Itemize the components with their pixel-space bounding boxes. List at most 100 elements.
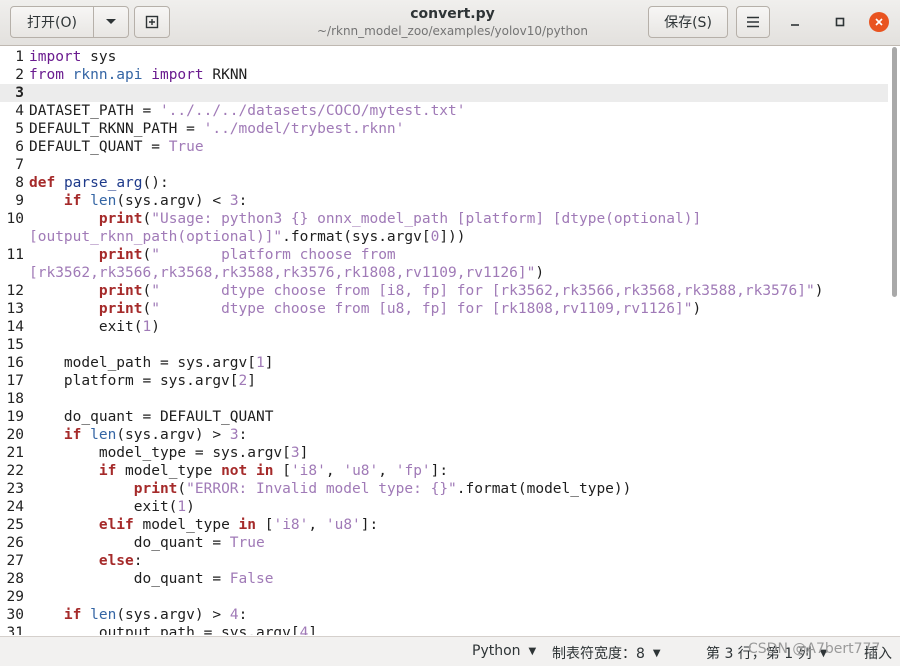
code-token: [rk3562,rk3566,rk3568,rk3588,rk3576,rk18… [29,265,536,281]
code-line-continuation[interactable]: [output_rknn_path(optional)]".format(sys… [0,228,888,246]
code-line[interactable]: 31 output_path = sys.argv[4] [0,624,888,635]
language-selector[interactable]: Python ▼ [472,643,536,659]
close-button[interactable] [869,12,889,32]
open-menu-button[interactable] [93,6,129,38]
code-text: if len(sys.argv) > 4: [29,606,247,624]
code-token: else [98,553,134,569]
code-token: 'fp' [395,463,431,479]
code-line[interactable]: 14 exit(1) [0,318,888,336]
code-line[interactable]: 23 print("ERROR: Invalid model type: {}"… [0,480,888,498]
code-token: in [238,517,256,533]
window-title: convert.py [410,6,495,22]
code-token: ]: [360,517,379,533]
code-line[interactable]: 20 if len(sys.argv) > 3: [0,426,888,444]
hamburger-menu-button[interactable] [736,6,770,38]
code-token: import [151,67,204,83]
code-line[interactable]: 9 if len(sys.argv) < 3: [0,192,888,210]
code-line[interactable]: 21 model_type = sys.argv[3] [0,444,888,462]
code-token: : [238,427,248,443]
code-line-continuation[interactable]: [rk3562,rk3566,rk3568,rk3588,rk3576,rk18… [0,264,888,282]
code-text: output_path = sys.argv[4] [29,624,317,635]
code-text: model_type = sys.argv[3] [29,444,309,462]
code-line[interactable]: 5 DEFAULT_RKNN_PATH = '../model/trybest.r… [0,120,888,138]
code-line[interactable]: 24 exit(1) [0,498,888,516]
code-token: [ [273,463,291,479]
code-line[interactable]: 11 print(" platform choose from [0,246,888,264]
code-line[interactable]: 28 do_quant = False [0,570,888,588]
code-token: (sys.argv) > [116,427,230,443]
code-line[interactable]: 16 model_path = sys.argv[1] [0,354,888,372]
vertical-scrollbar[interactable] [889,47,900,635]
code-token: platform = sys.argv[ [29,373,239,389]
code-line[interactable]: 1 import sys [0,48,888,66]
code-line[interactable]: 7 [0,156,888,174]
scrollbar-thumb[interactable] [892,47,897,297]
open-button[interactable]: 打开(O) [10,6,94,38]
code-token: 3 [229,193,239,209]
code-line[interactable]: 30 if len(sys.argv) > 4: [0,606,888,624]
line-number: 23 [6,481,24,497]
tab-width-selector[interactable]: 制表符宽度：8 ▼ [552,643,661,663]
code-line[interactable]: 8 def parse_arg(): [0,174,888,192]
code-line[interactable]: 4 DATASET_PATH = '../../../datasets/COCO/… [0,102,888,120]
code-line[interactable]: 18 [0,390,888,408]
code-line[interactable]: 15 [0,336,888,354]
line-number: 7 [15,157,24,173]
code-line[interactable]: 10 print("Usage: python3 {} onnx_model_p… [0,210,888,228]
code-text: exit(1) [29,498,195,516]
code-token: do_quant = [29,535,230,551]
code-token: not [221,463,248,479]
new-tab-button[interactable] [134,6,170,38]
code-line[interactable]: 17 platform = sys.argv[2] [0,372,888,390]
code-token: exit( [29,499,178,515]
window-title-block: convert.py ~/rknn_model_zoo/examples/yol… [280,5,625,39]
code-line[interactable]: 22 if model_type not in ['i8', 'u8', 'fp… [0,462,888,480]
code-token: 'u8' [325,517,361,533]
code-text: import sys [29,48,116,66]
code-line[interactable]: 13 print(" dtype choose from [u8, fp] fo… [0,300,888,318]
code-token: : [133,553,143,569]
window-subtitle: ~/rknn_model_zoo/examples/yolov10/python [316,24,589,38]
code-token: [ [256,517,274,533]
dropdown-arrow-icon: ▼ [652,647,661,659]
code-token: do_quant = [29,571,230,587]
code-token: , [308,517,326,533]
save-button[interactable]: 保存(S) [648,6,728,38]
line-number: 11 [6,247,24,263]
code-line[interactable]: 27 else: [0,552,888,570]
code-line[interactable]: 26 do_quant = True [0,534,888,552]
code-token: True [229,535,265,551]
code-token: ) [692,301,702,317]
dropdown-arrow-icon: ▼ [528,645,537,657]
code-line[interactable]: 29 [0,588,888,606]
line-number: 26 [6,535,24,551]
code-token: do_quant = DEFAULT_QUANT [29,409,274,425]
code-token: ( [142,247,152,263]
minimize-button[interactable] [785,12,805,32]
watermark: CSDN @A7bert777 [748,641,881,657]
new-document-icon [145,15,159,29]
line-number: 29 [6,589,24,605]
code-line[interactable]: 3 [0,84,888,102]
hamburger-menu-icon [747,16,759,28]
line-number: 22 [6,463,24,479]
line-number: 9 [15,193,24,209]
line-number: 25 [6,517,24,533]
code-editor[interactable]: 1 import sys 2 from rknn.api import RKNN 3 4 D… [0,47,888,635]
code-token: ) [535,265,545,281]
code-token: ( [142,211,152,227]
code-line[interactable]: 6 DEFAULT_QUANT = True [0,138,888,156]
code-line[interactable]: 12 print(" dtype choose from [i8, fp] fo… [0,282,888,300]
maximize-button[interactable] [830,12,850,32]
code-text: do_quant = DEFAULT_QUANT [29,408,274,426]
code-token: from [29,67,64,83]
code-line[interactable]: 25 elif model_type in ['i8', 'u8']: [0,516,888,534]
code-token: " platform choose from [151,247,396,263]
code-line[interactable]: 19 do_quant = DEFAULT_QUANT [0,408,888,426]
code-line[interactable]: 2 from rknn.api import RKNN [0,66,888,84]
